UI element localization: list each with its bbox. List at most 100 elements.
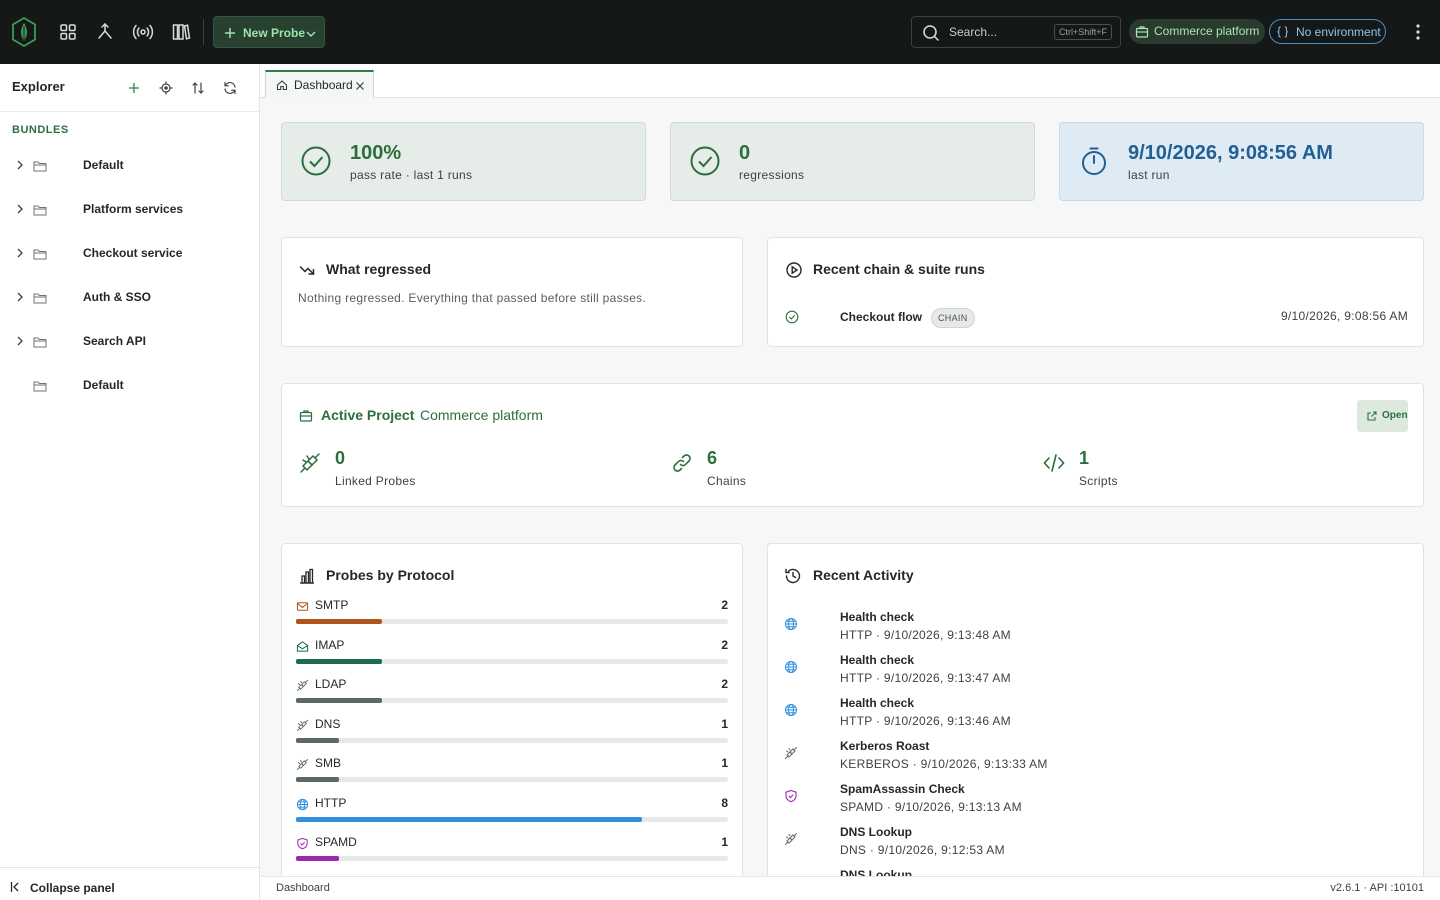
- chevron-right-icon[interactable]: [14, 159, 26, 171]
- refresh-icon[interactable]: [222, 80, 238, 96]
- protocol-name: DNS: [315, 716, 341, 731]
- protocol-count: 2: [721, 637, 728, 652]
- add-icon[interactable]: [126, 80, 142, 96]
- project-selector[interactable]: Commerce platform: [1129, 19, 1265, 44]
- active-project-card: Active Project Commerce platform Open 0 …: [281, 383, 1424, 507]
- sidebar-item-label: Default: [83, 158, 124, 172]
- bundles-section-label: BUNDLES: [12, 124, 69, 136]
- protocol-bar-track: [296, 816, 728, 822]
- folder-icon: [33, 249, 47, 260]
- chevron-right-icon[interactable]: [14, 203, 26, 215]
- explorer-sidebar: Explorer BUNDLES Default Platform service…: [0, 64, 260, 900]
- activity-row[interactable]: DNS Lookup DNS · 9/10/2026, 9:12:53 AM: [768, 825, 1423, 868]
- active-project-name: Commerce platform: [420, 407, 543, 423]
- folder-icon: [33, 161, 47, 172]
- protocol-row[interactable]: LDAP 2: [296, 677, 728, 717]
- activity-meta: DNS · 9/10/2026, 9:12:53 AM: [840, 843, 1005, 857]
- active-project-label: Active Project: [321, 407, 415, 423]
- open-project-button[interactable]: Open: [1357, 400, 1408, 432]
- protocol-bar-track: [296, 856, 728, 861]
- search-input[interactable]: Search... Ctrl+Shift+F: [911, 16, 1121, 48]
- plug-icon: [296, 719, 309, 731]
- plug-icon: [296, 758, 309, 771]
- app-logo-icon[interactable]: [11, 17, 37, 47]
- search-icon: [923, 25, 940, 42]
- briefcase-icon: [299, 410, 313, 422]
- sort-icon[interactable]: [190, 80, 206, 96]
- braces-icon: { }: [1277, 24, 1289, 38]
- plug-icon: [300, 453, 320, 473]
- fork-icon[interactable]: [94, 21, 116, 43]
- grid-icon[interactable]: [57, 21, 79, 43]
- sidebar-item-label: Platform services: [83, 202, 184, 216]
- protocol-row[interactable]: SMTP 2: [296, 598, 728, 638]
- locate-icon[interactable]: [158, 80, 174, 96]
- briefcase-icon: [1135, 26, 1149, 38]
- activity-name: DNS Lookup: [840, 868, 912, 876]
- folder-icon: [33, 381, 47, 392]
- check-circle-icon: [785, 310, 799, 324]
- play-circle-icon: [786, 262, 802, 278]
- protocol-count: 8: [721, 795, 728, 810]
- activity-meta: HTTP · 9/10/2026, 9:13:46 AM: [840, 714, 1011, 728]
- close-icon[interactable]: [355, 81, 365, 91]
- sidebar-item-bundle[interactable]: Checkout service: [0, 239, 259, 267]
- protocol-bar-track: [296, 619, 728, 624]
- new-probe-button[interactable]: New Probe: [213, 16, 325, 48]
- chevron-right-icon[interactable]: [14, 291, 26, 303]
- tab-dashboard[interactable]: Dashboard: [265, 70, 374, 98]
- protocol-bar-fill: [296, 777, 340, 782]
- globe-icon: [785, 618, 797, 630]
- protocol-row[interactable]: HTTP 8: [296, 796, 728, 836]
- last-run-value: 9/10/2026, 9:08:56 AM: [1128, 142, 1333, 164]
- protocol-name: HTTP: [315, 795, 347, 810]
- activity-row[interactable]: Kerberos Roast KERBEROS · 9/10/2026, 9:13…: [768, 739, 1423, 782]
- activity-name: DNS Lookup: [840, 825, 912, 839]
- chevron-down-icon: [306, 31, 316, 38]
- folder-icon: [33, 337, 47, 348]
- recent-runs-card: Recent chain & suite runs Checkout flow …: [767, 237, 1424, 347]
- probes-by-protocol-title: Probes by Protocol: [326, 567, 455, 583]
- chevron-right-icon[interactable]: [14, 335, 26, 347]
- sidebar-item-label: Auth & SSO: [83, 290, 151, 304]
- protocol-bar-fill: [296, 737, 340, 743]
- protocol-row[interactable]: SPAMD 1: [296, 835, 728, 875]
- sidebar-item-bundle[interactable]: Default: [0, 371, 259, 399]
- protocol-name: LDAP: [315, 677, 347, 691]
- scripts-label: Scripts: [1079, 474, 1118, 488]
- activity-meta: HTTP · 9/10/2026, 9:13:48 AM: [840, 628, 1011, 642]
- mail-open-icon: [296, 640, 309, 652]
- activity-row[interactable]: Health check HTTP · 9/10/2026, 9:13:47 AM: [768, 653, 1423, 696]
- chevron-right-icon[interactable]: [14, 247, 26, 259]
- toolbar-divider: [203, 19, 204, 45]
- sidebar-item-bundle[interactable]: Platform services: [0, 195, 259, 223]
- regressions-card: 0 regressions: [670, 122, 1035, 201]
- protocol-row[interactable]: DNS 1: [296, 717, 728, 757]
- bar-chart-icon: [300, 568, 314, 584]
- library-icon[interactable]: [170, 21, 192, 43]
- recent-activity-title: Recent Activity: [813, 567, 914, 583]
- sidebar-item-bundle[interactable]: Auth & SSO: [0, 283, 259, 311]
- activity-row[interactable]: Health check HTTP · 9/10/2026, 9:13:48 AM: [768, 610, 1423, 653]
- what-regressed-message: Nothing regressed. Everything that passe…: [298, 291, 647, 305]
- broadcast-icon[interactable]: [132, 21, 154, 43]
- activity-name: Health check: [840, 696, 915, 710]
- collapse-panel-button[interactable]: Collapse panel: [0, 867, 259, 900]
- more-menu-icon[interactable]: [1408, 21, 1428, 43]
- protocol-row[interactable]: IMAP 2: [296, 638, 728, 678]
- protocol-name: SPAMD: [315, 835, 357, 849]
- activity-row[interactable]: SpamAssassin Check SPAMD · 9/10/2026, 9:1…: [768, 782, 1423, 825]
- protocol-count: 2: [721, 598, 728, 612]
- sidebar-item-bundle[interactable]: Default: [0, 151, 259, 179]
- environment-label: No environment: [1296, 25, 1381, 39]
- run-row[interactable]: Checkout flow CHAIN 9/10/2026, 9:08:56 A…: [768, 298, 1423, 334]
- activity-row[interactable]: DNS Lookup: [768, 868, 1423, 876]
- regressions-label: regressions: [739, 168, 805, 182]
- shield-icon: [297, 837, 308, 850]
- sidebar-item-bundle[interactable]: Search API: [0, 327, 259, 355]
- activity-row[interactable]: Health check HTTP · 9/10/2026, 9:13:46 AM: [768, 696, 1423, 739]
- environment-selector[interactable]: { } No environment: [1269, 19, 1386, 44]
- protocol-name: SMB: [315, 756, 342, 770]
- protocol-row[interactable]: SMB 1: [296, 756, 728, 796]
- activity-name: SpamAssassin Check: [840, 782, 965, 796]
